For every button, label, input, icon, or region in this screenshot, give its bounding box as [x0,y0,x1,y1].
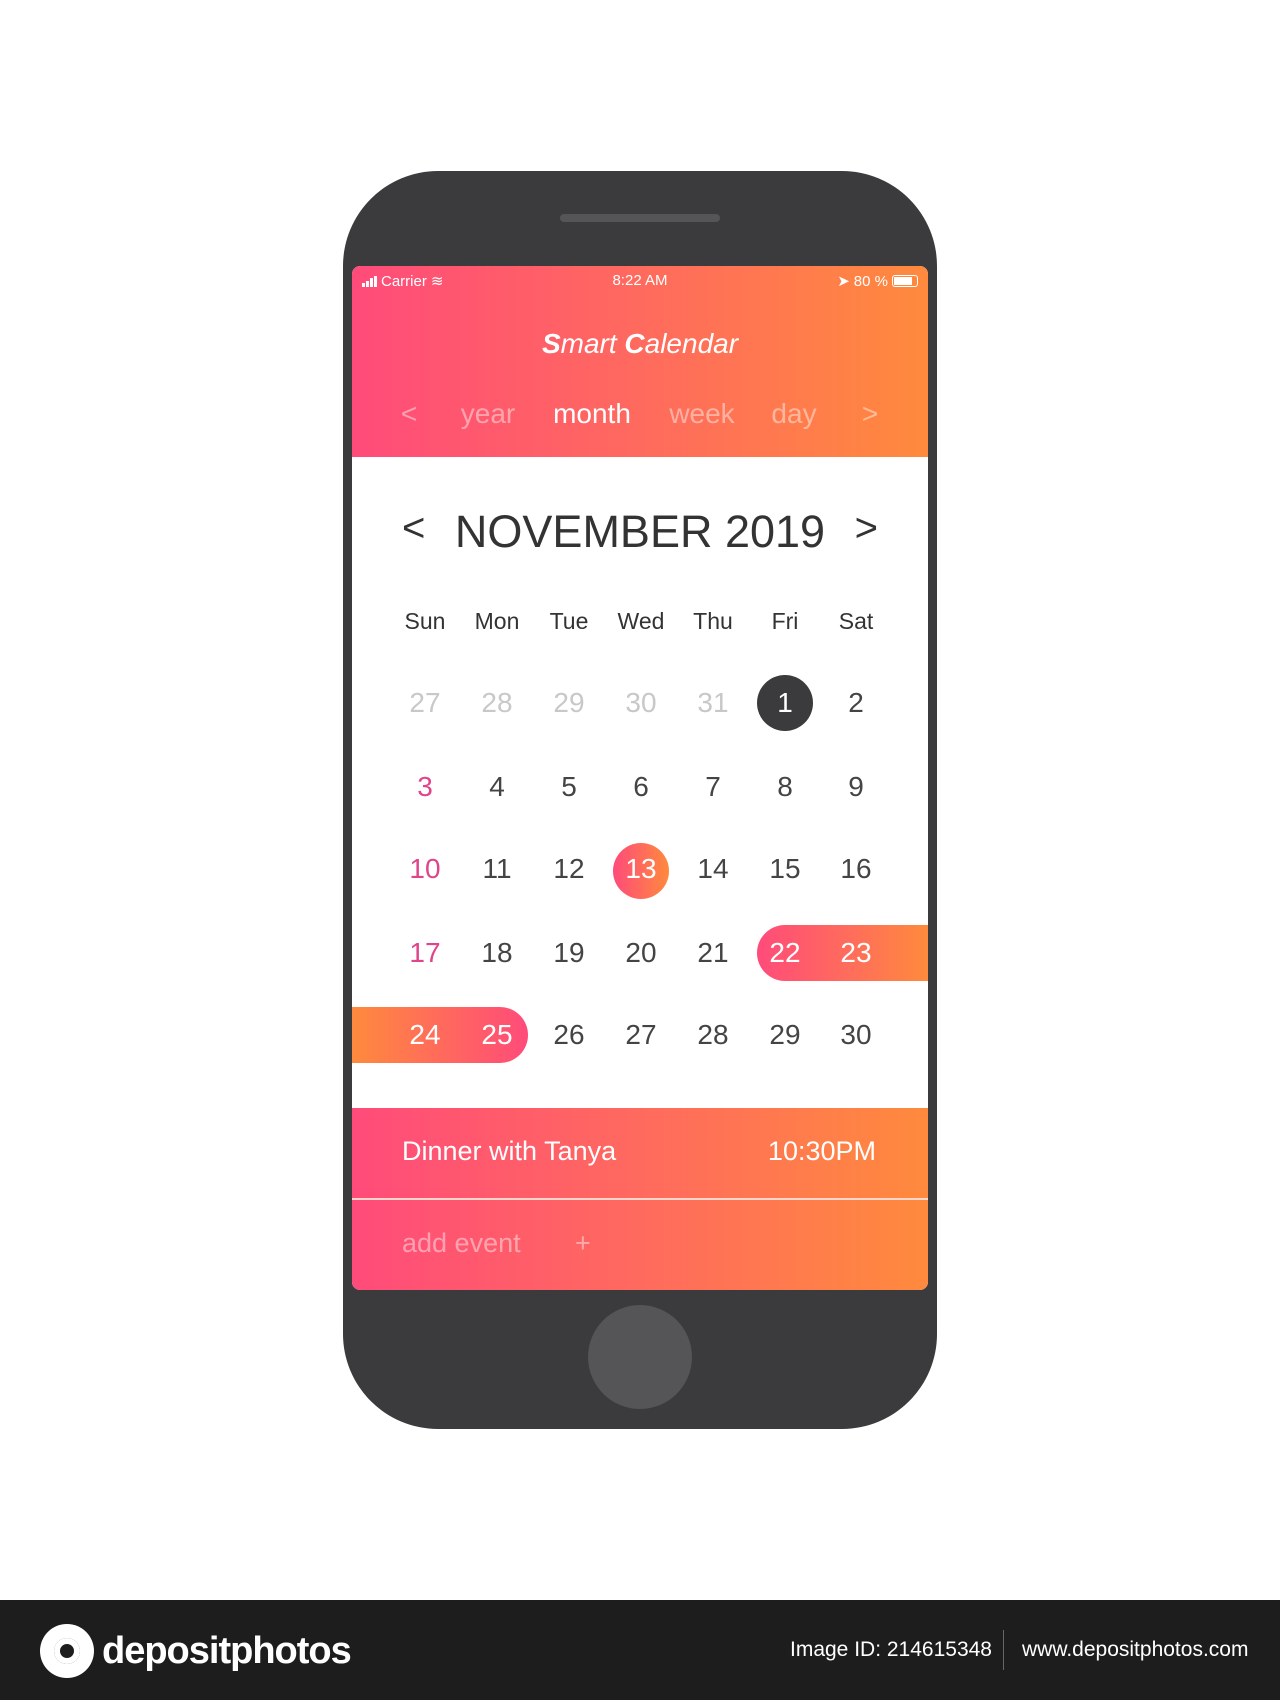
day-cell[interactable]: 27 [611,1007,671,1063]
footer-banner: depositphotos Image ID: 214615348 www.de… [0,1600,1280,1700]
weekday-wed: Wed [617,608,665,634]
day-cell[interactable]: 6 [611,759,671,815]
day-cell[interactable]: 17 [395,925,455,981]
image-id: Image ID: 214615348 [790,1638,992,1661]
day-cell[interactable]: 15 [755,841,815,897]
day-cell[interactable]: 13 [611,841,671,897]
camera-icon [40,1624,94,1678]
day-cell[interactable]: 18 [467,925,527,981]
event-name: Dinner with Tanya [402,1136,617,1166]
tab-week[interactable]: week [669,398,734,430]
tab-month[interactable]: month [553,398,631,430]
day-cell[interactable]: 9 [826,759,886,815]
month-label: NOVEMBER 2019 [454,506,826,557]
day-cell[interactable]: 5 [539,759,599,815]
day-cell[interactable]: 10 [395,841,455,897]
site-url: www.depositphotos.com [1022,1638,1249,1661]
day-cell[interactable]: 11 [467,841,527,897]
weekday-fri: Fri [771,608,799,634]
weekday-sun: Sun [404,608,446,634]
day-cell[interactable]: 7 [683,759,743,815]
day-cell[interactable]: 2 [826,675,886,731]
day-cell[interactable]: 16 [826,841,886,897]
month-header: < NOVEMBER 2019 > [352,506,928,558]
plus-icon[interactable]: + [575,1228,591,1259]
weekday-sat: Sat [838,608,874,634]
prev-month-button[interactable]: < [402,506,425,551]
view-tabs: < year month week day > [352,398,928,438]
app-header: Carrier ≋ 8:22 AM ➤ 80 % Smart Calendar < … [352,266,928,457]
weekday-tue: Tue [549,608,589,634]
day-cell[interactable]: 23 [826,925,886,981]
day-cell[interactable]: 26 [539,1007,599,1063]
app-screen: Carrier ≋ 8:22 AM ➤ 80 % Smart Calendar < … [352,266,928,1290]
event-time: 10:30PM [767,1136,876,1166]
tabs-prev-button[interactable]: < [401,398,417,430]
day-cell[interactable]: 30 [611,675,671,731]
app-title: Smart Calendar [541,328,739,359]
add-event-button[interactable]: add event [402,1228,521,1259]
weekday-mon: Mon [474,608,520,634]
event-item[interactable]: Dinner with Tanya 10:30PM [352,1108,928,1198]
day-cell[interactable]: 29 [539,675,599,731]
brand-logo: depositphotos [40,1624,352,1678]
day-cell[interactable]: 14 [683,841,743,897]
divider [1003,1630,1004,1670]
day-cell[interactable]: 21 [683,925,743,981]
day-cell[interactable]: 27 [395,675,455,731]
day-cell[interactable]: 30 [826,1007,886,1063]
next-month-button[interactable]: > [855,506,878,551]
day-cell[interactable]: 29 [755,1007,815,1063]
day-cell[interactable]: 31 [683,675,743,731]
battery-percent: 80 % [853,272,888,290]
weekday-thu: Thu [693,608,733,634]
day-cell[interactable]: 3 [395,759,455,815]
day-cell[interactable]: 8 [755,759,815,815]
day-cell[interactable]: 24 [395,1007,455,1063]
status-bar: Carrier ≋ 8:22 AM ➤ 80 % [352,272,928,292]
location-icon: ➤ [837,273,850,290]
day-cell[interactable]: 12 [539,841,599,897]
tab-day[interactable]: day [771,398,816,430]
day-cell[interactable]: 25 [467,1007,527,1063]
day-cell[interactable]: 20 [611,925,671,981]
day-cell[interactable]: 19 [539,925,599,981]
tabs-next-button[interactable]: > [862,398,878,430]
day-cell[interactable]: 4 [467,759,527,815]
add-event-row: add event + [352,1200,928,1290]
day-cell[interactable]: 28 [467,675,527,731]
day-cell[interactable]: 28 [683,1007,743,1063]
battery-icon [892,275,918,287]
tab-year[interactable]: year [461,398,515,430]
day-cell[interactable]: 22 [755,925,815,981]
day-cell[interactable]: 1 [755,675,815,731]
phone-speaker [560,214,720,222]
home-button[interactable] [588,1305,692,1409]
